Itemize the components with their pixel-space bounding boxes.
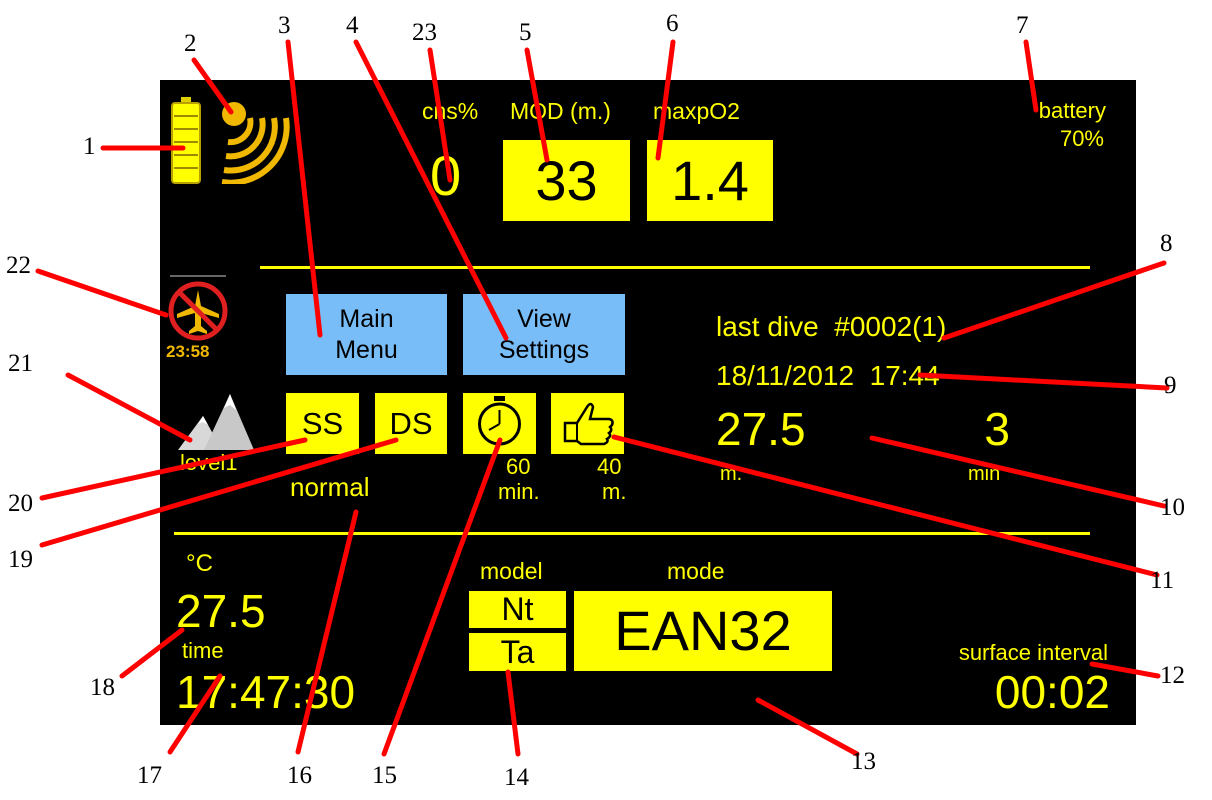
callout-line-21 bbox=[65, 372, 193, 443]
callout-18: 18 bbox=[90, 674, 115, 701]
callout-23: 23 bbox=[412, 19, 437, 46]
callout-5: 5 bbox=[519, 19, 532, 46]
callout-12: 12 bbox=[1160, 662, 1185, 689]
callout-2: 2 bbox=[184, 30, 197, 57]
callout-line-22 bbox=[35, 268, 169, 318]
callout-10: 10 bbox=[1160, 494, 1185, 521]
callout-9: 9 bbox=[1164, 372, 1177, 399]
callout-line-18 bbox=[119, 627, 185, 679]
callout-15: 15 bbox=[372, 762, 397, 789]
callout-7: 7 bbox=[1016, 12, 1029, 39]
callout-16: 16 bbox=[287, 762, 312, 789]
callout-17: 17 bbox=[137, 762, 162, 789]
callout-20: 20 bbox=[8, 490, 33, 517]
callout-line-5 bbox=[524, 47, 550, 163]
callout-8: 8 bbox=[1160, 230, 1173, 257]
callout-line-2 bbox=[191, 57, 234, 115]
callout-3: 3 bbox=[278, 12, 291, 39]
callout-line-16 bbox=[295, 509, 359, 755]
callout-line-3 bbox=[285, 39, 323, 338]
callout-line-23 bbox=[427, 47, 453, 183]
callout-line-19 bbox=[39, 437, 399, 548]
callout-line-17 bbox=[167, 673, 223, 755]
callout-line-20 bbox=[39, 437, 308, 501]
callout-21: 21 bbox=[8, 350, 33, 377]
callout-22: 22 bbox=[6, 252, 31, 279]
callout-14: 14 bbox=[504, 764, 529, 791]
callout-4: 4 bbox=[346, 12, 359, 39]
callout-line-11 bbox=[611, 434, 1160, 578]
callout-1: 1 bbox=[83, 133, 96, 160]
callout-11: 11 bbox=[1150, 567, 1175, 594]
callout-line-14 bbox=[505, 669, 521, 757]
callout-line-9 bbox=[917, 372, 1170, 391]
callout-line-13 bbox=[755, 697, 860, 757]
callout-13: 13 bbox=[851, 748, 876, 775]
callout-line-10 bbox=[869, 435, 1167, 509]
callout-line-12 bbox=[1089, 661, 1161, 679]
callout-19: 19 bbox=[8, 546, 33, 573]
callout-line-4 bbox=[353, 39, 509, 341]
callout-line-8 bbox=[941, 260, 1167, 341]
callout-6: 6 bbox=[666, 10, 679, 37]
callout-lines bbox=[35, 39, 1170, 757]
callout-line-6 bbox=[655, 39, 676, 161]
callout-line-15 bbox=[381, 437, 503, 757]
callout-line-7 bbox=[1023, 39, 1039, 113]
